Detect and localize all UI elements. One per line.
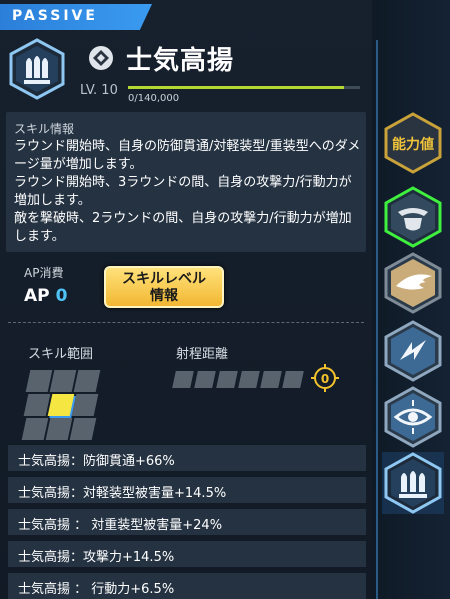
ap-prefix: AP — [24, 286, 50, 306]
skill-description: ラウンド開始時、自身の防御貫通/対軽装型/重装型へのダメージ量が増加します。 ラ… — [14, 139, 361, 244]
grid-cell-selected — [47, 394, 75, 416]
grid-cell — [21, 418, 49, 440]
skill-level: LV. 10 — [80, 83, 118, 98]
diamond-icon — [89, 46, 113, 70]
effect-text: 士気高揚：攻撃力+14.5% — [18, 550, 175, 565]
grid-cell — [49, 370, 77, 392]
ap-cost-value: 0 — [55, 286, 68, 306]
passive-tag-label: PASSIVE — [12, 8, 98, 24]
stats-label: 能力値 — [392, 136, 434, 153]
skill-range-grid — [21, 370, 104, 450]
skill-range-label: スキル範囲 — [28, 347, 94, 362]
skill-level-info-label: スキルレベル情報 — [122, 271, 206, 304]
target-icon: 0 — [311, 364, 339, 392]
ap-cost-label: AP消費 — [24, 266, 64, 280]
range-segment — [282, 371, 304, 388]
range-segment — [172, 371, 194, 388]
lightning-icon[interactable] — [382, 320, 444, 382]
effect-row: 士気高揚 ： 行動力+6.5% — [8, 573, 366, 599]
range-segment — [260, 371, 282, 388]
skill-info-heading: スキル情報 — [14, 122, 75, 136]
xp-progress-bar — [128, 86, 360, 89]
xp-text: 0/140,000 — [128, 93, 180, 104]
grid-cell — [23, 394, 51, 416]
stats-button[interactable]: 能力値 — [382, 112, 444, 174]
bullets-icon[interactable] — [382, 452, 444, 514]
range-segment — [216, 371, 238, 388]
grid-cell — [25, 370, 53, 392]
passive-tag: PASSIVE — [0, 4, 152, 30]
effect-text: 士気高揚：防御貫通+66% — [18, 454, 175, 469]
skill-level-info-button[interactable]: スキルレベル情報 — [104, 266, 224, 308]
skill-detail-panel: PASSIVE 士気高揚 LV. 10 0/140,000 スキル情報 ラウンド… — [0, 0, 372, 599]
range-segment — [238, 371, 260, 388]
bullets-skill-icon — [9, 38, 65, 100]
effect-row: 士気高揚：攻撃力+14.5% — [8, 541, 366, 567]
effect-row: 士気高揚：防御貫通+66% — [8, 445, 366, 471]
effect-text: 士気高揚：対軽装型被害量+14.5% — [18, 486, 227, 501]
ap-cost: AP 0 — [24, 286, 67, 306]
target-value: 0 — [321, 372, 329, 386]
xp-progress-fill — [128, 86, 344, 89]
effect-row: 士気高揚：対軽装型被害量+14.5% — [8, 477, 366, 503]
grid-cell — [45, 418, 73, 440]
skill-info-box: スキル情報 ラウンド開始時、自身の防御貫通/対軽装型/重装型へのダメージ量が増加… — [6, 112, 366, 252]
grid-cell — [69, 418, 97, 440]
sidebar-line — [376, 40, 378, 599]
grid-cell — [71, 394, 99, 416]
divider — [8, 322, 364, 323]
grid-cell — [73, 370, 101, 392]
eye-target-icon[interactable] — [382, 386, 444, 448]
winged-shield-icon[interactable] — [382, 186, 444, 248]
range-distance-label: 射程距離 — [176, 347, 229, 362]
effect-row: 士気高揚 ： 対重装型被害量+24% — [8, 509, 366, 535]
range-segment — [194, 371, 216, 388]
skill-name: 士気高揚 — [126, 46, 235, 76]
wing-icon[interactable] — [382, 252, 444, 314]
effect-text: 士気高揚 ： 行動力+6.5% — [18, 582, 175, 597]
effect-text: 士気高揚 ： 対重装型被害量+24% — [18, 518, 223, 533]
